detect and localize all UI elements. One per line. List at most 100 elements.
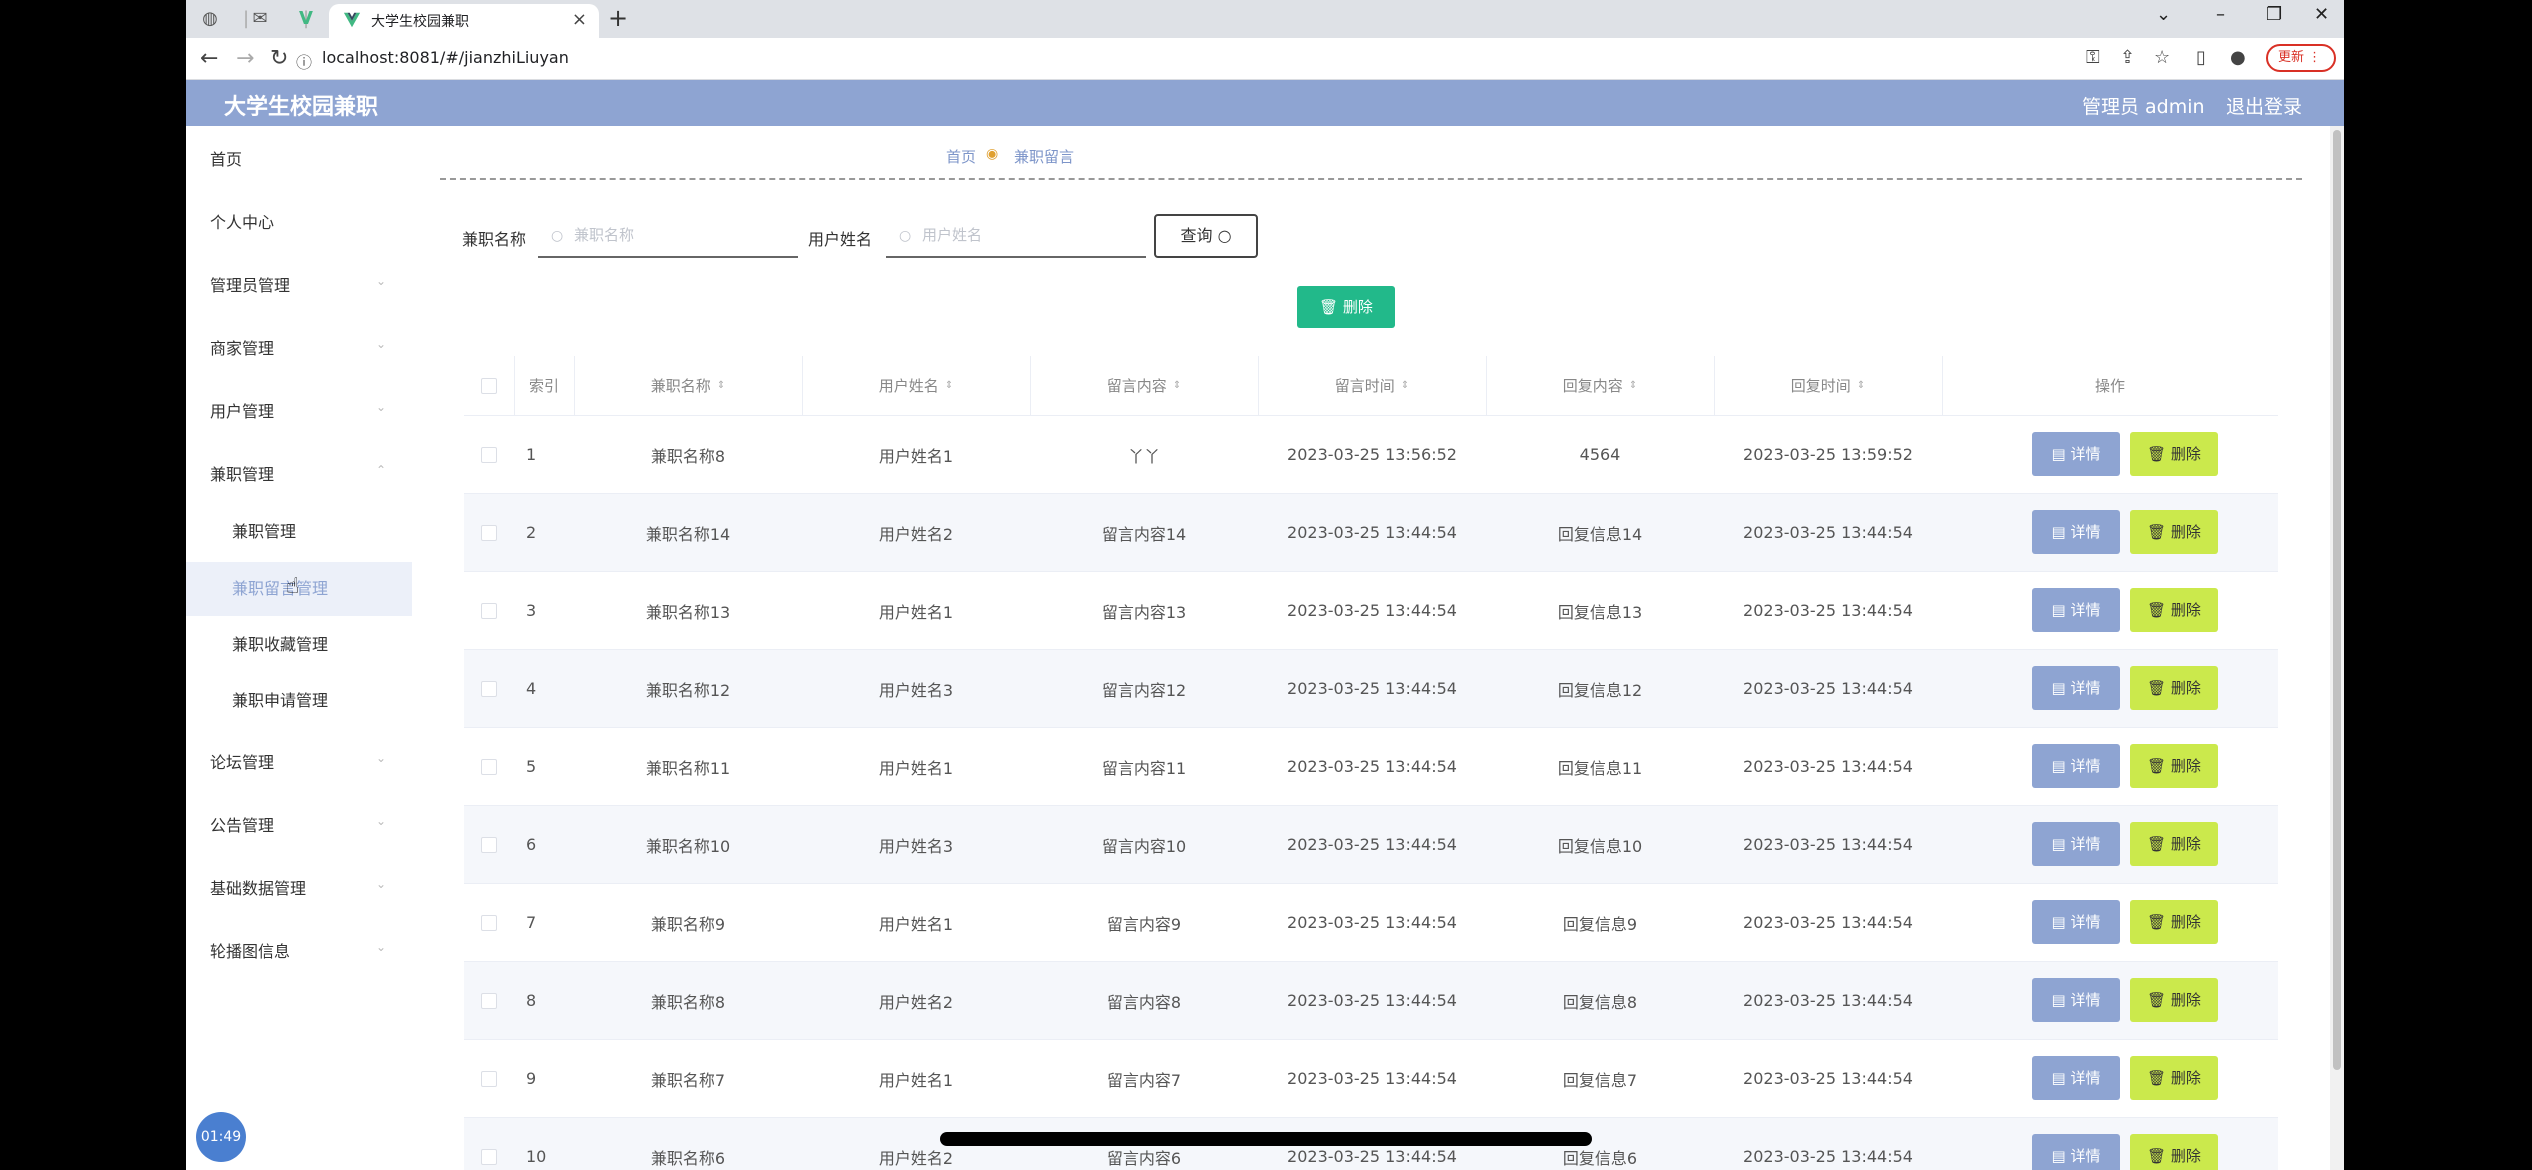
row-delete-button[interactable]: 🗑 删除 [2130,510,2218,554]
url-text[interactable]: localhost:8081/#/jianzhiLiuyan [322,48,569,67]
reload-icon[interactable]: ↻ [270,46,288,71]
col-reply-time[interactable]: 回复时间 ⇕ [1714,356,1942,415]
cell-message-time: 2023-03-25 13:44:54 [1287,991,1457,1010]
cell-index: 9 [526,1069,537,1088]
job-name-input[interactable] [538,214,798,258]
row-delete-button[interactable]: 🗑 删除 [2130,1056,2218,1100]
trash-icon: 🗑 [2147,1069,2167,1087]
sidebar-item-merchants[interactable]: 商家管理 [210,335,274,359]
detail-button[interactable]: ▤ 详情 [2032,588,2120,632]
sidebar-subitem-job-messages[interactable]: 兼职留言管理 [232,575,328,599]
timer-badge: 01:49 [196,1112,246,1162]
row-delete-button[interactable]: 🗑 删除 [2130,822,2218,866]
select-all-checkbox[interactable] [481,377,497,394]
restore-button[interactable]: ❐ [2266,4,2282,25]
row-delete-button[interactable]: 🗑 删除 [2130,1134,2218,1170]
col-user-name[interactable]: 用户姓名 ⇕ [802,356,1030,415]
row-delete-button[interactable]: 🗑 删除 [2130,588,2218,632]
cell-job-name: 兼职名称9 [650,914,726,934]
row-delete-button[interactable]: 🗑 删除 [2130,900,2218,944]
sidebar-item-users[interactable]: 用户管理 [210,398,274,422]
sidebar-item-carousel[interactable]: 轮播图信息 [210,938,290,962]
detail-button[interactable]: ▤ 详情 [2032,1056,2120,1100]
breadcrumb-separator-icon: ◉ [986,146,999,162]
sidebar-item-profile[interactable]: 个人中心 [210,209,274,233]
logout-link[interactable]: 退出登录 [2226,92,2302,119]
user-name-input[interactable] [886,214,1146,258]
info-icon[interactable]: ⓘ [296,49,312,73]
scrollbar-thumb[interactable] [2333,130,2341,1070]
cell-user-name: 用户姓名1 [878,446,954,466]
col-message-time[interactable]: 留言时间 ⇕ [1258,356,1486,415]
new-tab-button[interactable]: + [608,4,628,32]
star-icon[interactable]: ☆ [2154,47,2170,68]
share-icon[interactable]: ⇪ [2120,47,2135,68]
row-checkbox[interactable] [481,836,497,853]
row-delete-button[interactable]: 🗑 删除 [2130,978,2218,1022]
row-checkbox[interactable] [481,914,497,931]
cell-index: 7 [526,913,537,932]
row-delete-button[interactable]: 🗑 删除 [2130,744,2218,788]
detail-button[interactable]: ▤ 详情 [2032,900,2120,944]
row-checkbox[interactable] [481,992,497,1009]
detail-button[interactable]: ▤ 详情 [2032,1134,2120,1170]
row-checkbox[interactable] [481,602,497,619]
document-icon: ▤ [2051,679,2066,697]
cell-reply-time: 2023-03-25 13:44:54 [1743,835,1913,854]
breadcrumb-home[interactable]: 首页 [946,146,976,167]
sidebar-item-base-data[interactable]: 基础数据管理 [210,875,306,899]
detail-button[interactable]: ▤ 详情 [2032,978,2120,1022]
detail-button[interactable]: ▤ 详情 [2032,510,2120,554]
back-icon[interactable]: ← [200,46,218,71]
batch-delete-button[interactable]: 🗑 删除 [1297,286,1395,328]
row-checkbox[interactable] [481,1070,497,1087]
sidebar-item-notices[interactable]: 公告管理 [210,812,274,836]
detail-button[interactable]: ▤ 详情 [2032,744,2120,788]
job-name-label: 兼职名称 [462,230,527,249]
row-delete-button[interactable]: 🗑 删除 [2130,666,2218,710]
sidebar-subitem-job-manage[interactable]: 兼职管理 [232,518,296,542]
row-checkbox[interactable] [481,680,497,697]
col-reply[interactable]: 回复内容 ⇕ [1486,356,1714,415]
tab-active[interactable]: 大学生校园兼职 × [329,4,599,38]
cell-user-name: 用户姓名3 [878,680,954,700]
mail-icon[interactable]: ✉ [250,9,270,29]
tab-search-icon[interactable]: ⌄ [2156,4,2171,25]
query-button[interactable]: 查询 ○ [1154,214,1258,258]
sidebar-item-jobs[interactable]: 兼职管理 [210,461,274,485]
breadcrumb-current: 兼职留言 [1014,148,1075,166]
home-indicator [940,1132,1592,1146]
sidebar-subitem-job-favorites[interactable]: 兼职收藏管理 [232,631,328,655]
cell-reply: 回复信息13 [1557,602,1643,622]
mouse-cursor-icon: ☝ [286,574,300,599]
close-window-button[interactable]: ✕ [2314,4,2329,25]
detail-button[interactable]: ▤ 详情 [2032,432,2120,476]
scrollbar[interactable] [2330,126,2344,1170]
chevron-down-icon: ⌄ [376,400,387,414]
row-delete-button[interactable]: 🗑 删除 [2130,432,2218,476]
key-icon[interactable]: ⚿ [2086,47,2100,68]
close-tab-icon[interactable]: × [572,9,587,30]
sidebar-icon[interactable]: ▯ [2196,47,2206,68]
forward-icon[interactable]: → [236,46,254,71]
minimize-button[interactable]: – [2216,4,2225,25]
detail-button[interactable]: ▤ 详情 [2032,822,2120,866]
vue-logo-icon[interactable]: V [296,9,316,29]
row-checkbox[interactable] [481,524,497,541]
profile-icon[interactable]: ● [2230,47,2246,68]
sidebar-subitem-job-applications[interactable]: 兼职申请管理 [232,687,328,711]
col-actions: 操作 [2094,377,2125,395]
sidebar-item-forum[interactable]: 论坛管理 [210,749,274,773]
col-message[interactable]: 留言内容 ⇕ [1030,356,1258,415]
row-checkbox[interactable] [481,758,497,775]
cell-reply-time: 2023-03-25 13:44:54 [1743,991,1913,1010]
globe-icon[interactable]: ◍ [200,9,220,29]
row-checkbox[interactable] [481,1148,497,1165]
sidebar-item-home[interactable]: 首页 [210,146,242,170]
sidebar-item-admins[interactable]: 管理员管理 [210,272,290,296]
row-checkbox[interactable] [481,446,497,463]
cell-user-name: 用户姓名2 [878,524,954,544]
detail-button[interactable]: ▤ 详情 [2032,666,2120,710]
col-job-name[interactable]: 兼职名称 ⇕ [574,356,802,415]
update-button[interactable]: 更新 ⋮ [2266,44,2336,72]
